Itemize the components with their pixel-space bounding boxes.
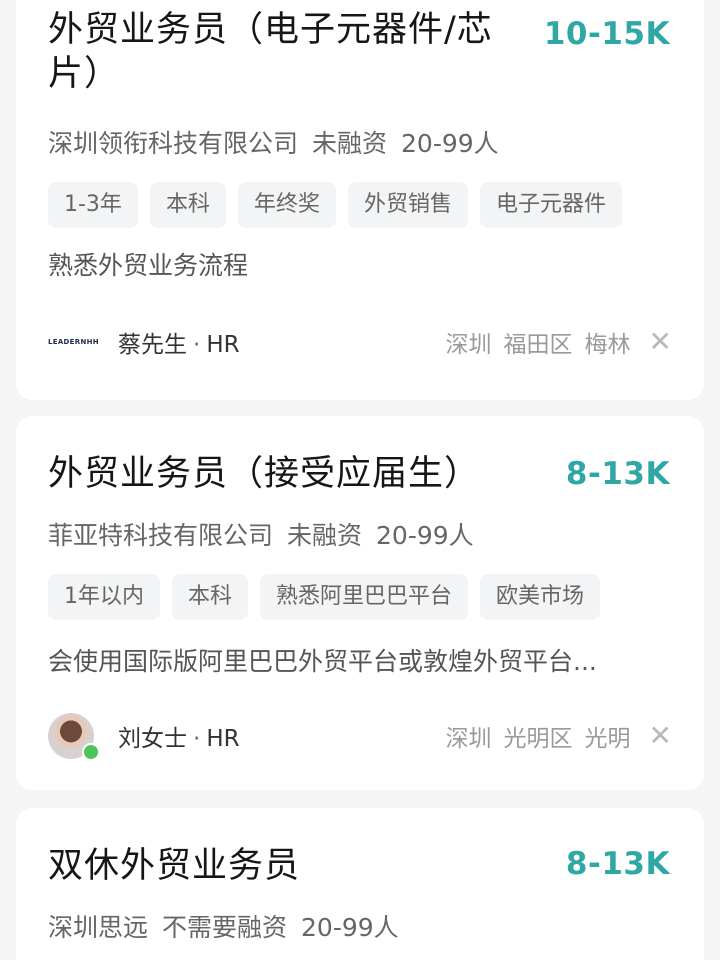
company-info: 菲亚特科技有限公司 未融资 20-99人 <box>48 520 488 552</box>
recruiter-name: 刘女士 <box>118 726 187 752</box>
recruiter: 蔡先生 · HR <box>118 332 240 358</box>
recruiter-role: HR <box>206 726 240 752</box>
company-size: 20-99人 <box>376 521 474 550</box>
tag: 熟悉阿里巴巴平台 <box>260 574 469 620</box>
online-status-icon <box>82 743 100 761</box>
job-title: 外贸业务员（电子元器件/芯片） <box>48 10 493 94</box>
job-card[interactable]: 外贸业务员（接受应届生） 8-13K 菲亚特科技有限公司 未融资 20-99人 1年… <box>16 416 704 790</box>
company-info: 深圳思远 不需要融资 20-99人 <box>48 912 413 944</box>
job-location: 深圳 福田区 梅林 <box>434 325 631 359</box>
company-name: 深圳领衔科技有限公司 <box>48 129 299 158</box>
company-name: 菲亚特科技有限公司 <box>48 521 274 550</box>
recruiter-row: LEADERNHH 蔡先生 · HR 深圳 福田区 梅林 ✕ <box>48 316 672 368</box>
location-area: 梅林 <box>584 332 631 358</box>
job-description: 会使用国际版阿里巴巴外贸平台或敦煌外贸平台... <box>48 647 597 676</box>
tag: 1-3年 <box>48 182 138 228</box>
job-card[interactable]: 双休外贸业务员 8-13K 深圳思远 不需要融资 20-99人 <box>16 808 704 960</box>
job-description: 熟悉外贸业务流程 <box>48 251 249 280</box>
tag: 外贸销售 <box>347 182 468 228</box>
avatar <box>48 713 100 761</box>
tag: 电子元器件 <box>479 182 622 228</box>
tag: 欧美市场 <box>480 574 601 620</box>
salary: 8-13K <box>565 846 670 882</box>
tag-list: 1-3年 本科 年终奖 外贸销售 电子元器件 <box>48 182 622 228</box>
tag: 本科 <box>149 182 226 228</box>
funding-stage: 未融资 <box>287 521 363 550</box>
close-icon[interactable]: ✕ <box>649 722 672 750</box>
tag: 年终奖 <box>237 182 336 228</box>
location-district: 福田区 <box>503 332 573 358</box>
tag: 本科 <box>172 574 249 620</box>
funding-stage: 不需要融资 <box>162 913 288 942</box>
location-city: 深圳 <box>445 332 492 358</box>
company-info: 深圳领衔科技有限公司 未融资 20-99人 <box>48 128 513 160</box>
close-icon[interactable]: ✕ <box>649 328 672 356</box>
location-city: 深圳 <box>445 726 492 752</box>
company-size: 20-99人 <box>401 129 499 158</box>
job-list: 外贸业务员（电子元器件/芯片） 10-15K 深圳领衔科技有限公司 未融资 20-9… <box>0 0 720 960</box>
job-title: 双休外贸业务员 <box>48 846 301 886</box>
recruiter-role: HR <box>206 332 240 358</box>
company-logo: LEADERNHH <box>48 316 104 368</box>
tag: 1年以内 <box>48 574 160 620</box>
salary: 8-13K <box>565 456 670 492</box>
company-name: 深圳思远 <box>48 913 149 942</box>
company-size: 20-99人 <box>301 913 399 942</box>
job-location: 深圳 光明区 光明 <box>434 719 631 753</box>
location-area: 光明 <box>584 726 631 752</box>
recruiter-row: 刘女士 · HR 深圳 光明区 光明 ✕ <box>48 710 672 762</box>
recruiter: 刘女士 · HR <box>118 726 240 752</box>
job-title: 外贸业务员（接受应届生） <box>48 454 481 494</box>
salary: 10-15K <box>543 16 670 52</box>
location-district: 光明区 <box>503 726 573 752</box>
funding-stage: 未融资 <box>312 129 388 158</box>
recruiter-name: 蔡先生 <box>118 332 187 358</box>
job-card[interactable]: 外贸业务员（电子元器件/芯片） 10-15K 深圳领衔科技有限公司 未融资 20-9… <box>16 0 704 400</box>
company-logo-text: LEADERNHH <box>48 338 99 346</box>
tag-list: 1年以内 本科 熟悉阿里巴巴平台 欧美市场 <box>48 574 601 620</box>
